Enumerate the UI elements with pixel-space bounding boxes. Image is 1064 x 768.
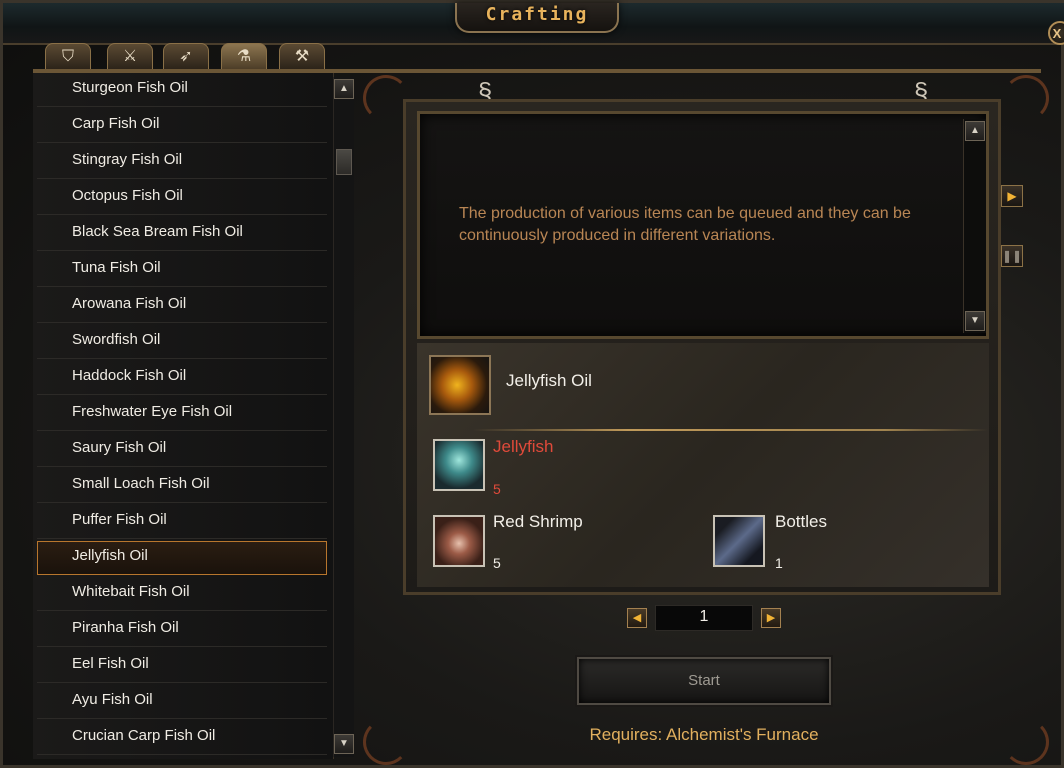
recipe-list-item[interactable]: Haddock Fish Oil xyxy=(37,361,327,395)
recipe-list-item[interactable]: Octopus Fish Oil xyxy=(37,181,327,215)
recipe-list-item[interactable]: Eel Fish Oil xyxy=(37,649,327,683)
recipe-list-item[interactable]: Carp Fish Oil xyxy=(37,109,327,143)
corner-ornament-icon xyxy=(1003,75,1049,121)
arrow-up-icon: ▲ xyxy=(970,125,980,136)
ingredient-qty-bottles: 1 xyxy=(775,555,783,571)
window-title: Crafting xyxy=(485,4,589,25)
recipe-requirements-area xyxy=(417,343,989,587)
scroll-up-button[interactable]: ▲ xyxy=(334,79,354,99)
recipe-list-item[interactable]: Black Sea Bream Fish Oil xyxy=(37,217,327,251)
product-item-slot[interactable] xyxy=(429,355,491,415)
corner-ornament-icon xyxy=(1003,719,1049,765)
ingredient-qty-red-shrimp: 5 xyxy=(493,555,501,571)
tab-alchemy[interactable]: ⚗ xyxy=(221,43,267,70)
ingredient-slot-bottles[interactable] xyxy=(713,515,765,567)
recipe-list-item[interactable]: Stingray Fish Oil xyxy=(37,145,327,179)
recipe-list: Sturgeon Fish Oil Carp Fish Oil Stingray… xyxy=(33,73,334,759)
recipe-list-scrollbar[interactable] xyxy=(333,77,354,757)
helmet-icon: ⛉ xyxy=(61,48,74,65)
pause-queue-button[interactable]: ❚❚ xyxy=(1001,245,1023,267)
ingredient-name-jellyfish: Jellyfish xyxy=(493,437,554,456)
recipe-list-item[interactable]: Ayu Fish Oil xyxy=(37,685,327,719)
recipe-list-item[interactable]: Freshwater Eye Fish Oil xyxy=(37,397,327,431)
sword-icon: ⚔ xyxy=(122,48,138,65)
play-icon: ▶ xyxy=(1007,189,1017,203)
recipe-list-item[interactable]: Swordfish Oil xyxy=(37,325,327,359)
description-scroll-up-button[interactable]: ▲ xyxy=(965,121,985,141)
pause-icon: ❚❚ xyxy=(1002,249,1023,263)
recipe-list-item[interactable]: Crucian Carp Fish Oil xyxy=(37,721,327,755)
description-scrollbar[interactable] xyxy=(963,119,986,333)
hammer-icon: ⚒ xyxy=(294,48,310,65)
product-name: Jellyfish Oil xyxy=(506,371,592,390)
crafting-window: Crafting X ⛉ ⚔ ➶ ⚗ ⚒ Sturgeon Fish Oil C… xyxy=(0,0,1064,768)
arrow-right-icon: ▶ xyxy=(766,612,776,624)
tab-ranged[interactable]: ➶ xyxy=(163,43,209,70)
potion-icon: ⚗ xyxy=(236,48,252,65)
section-divider xyxy=(473,429,988,431)
title-plate: Crafting xyxy=(455,3,619,33)
tab-weapons[interactable]: ⚔ xyxy=(107,43,153,70)
ingredient-qty-jellyfish: 5 xyxy=(493,481,501,497)
ingredient-slot-red-shrimp[interactable] xyxy=(433,515,485,567)
requirement-text: Requires: Alchemist's Furnace xyxy=(589,725,819,744)
description-scroll-down-button[interactable]: ▼ xyxy=(965,311,985,331)
corner-ornament-icon xyxy=(363,719,409,765)
recipe-list-item[interactable]: Arowana Fish Oil xyxy=(37,289,327,323)
arrow-up-icon: ▲ xyxy=(339,83,349,94)
description-text: The production of various items can be q… xyxy=(459,205,911,244)
bow-icon: ➶ xyxy=(179,48,193,65)
quantity-increase-button[interactable]: ▶ xyxy=(761,608,781,628)
arrow-down-icon: ▼ xyxy=(339,738,349,749)
recipe-list-item[interactable]: Sturgeon Fish Oil xyxy=(37,73,327,107)
recipe-list-item[interactable]: Tuna Fish Oil xyxy=(37,253,327,287)
close-icon: X xyxy=(1052,26,1062,41)
ingredient-name-red-shrimp: Red Shrimp xyxy=(493,512,583,531)
tab-tools[interactable]: ⚒ xyxy=(279,43,325,70)
play-queue-button[interactable]: ▶ xyxy=(1001,185,1023,207)
start-button[interactable]: Start xyxy=(577,657,831,705)
scroll-down-button[interactable]: ▼ xyxy=(334,734,354,754)
quantity-field[interactable]: 1 xyxy=(655,605,753,631)
recipe-list-item-selected[interactable]: Jellyfish Oil xyxy=(37,541,327,575)
tab-armor[interactable]: ⛉ xyxy=(45,43,91,70)
scrollbar-thumb[interactable] xyxy=(336,149,352,175)
recipe-list-item[interactable]: Saury Fish Oil xyxy=(37,433,327,467)
arrow-left-icon: ◀ xyxy=(632,612,642,624)
ingredient-slot-jellyfish[interactable] xyxy=(433,439,485,491)
ingredient-name-bottles: Bottles xyxy=(775,512,827,531)
arrow-down-icon: ▼ xyxy=(970,315,980,326)
recipe-list-item[interactable]: Piranha Fish Oil xyxy=(37,613,327,647)
recipe-list-item[interactable]: Puffer Fish Oil xyxy=(37,505,327,539)
recipe-list-item[interactable]: Small Loach Fish Oil xyxy=(37,469,327,503)
quantity-decrease-button[interactable]: ◀ xyxy=(627,608,647,628)
recipe-list-item[interactable]: Whitebait Fish Oil xyxy=(37,577,327,611)
